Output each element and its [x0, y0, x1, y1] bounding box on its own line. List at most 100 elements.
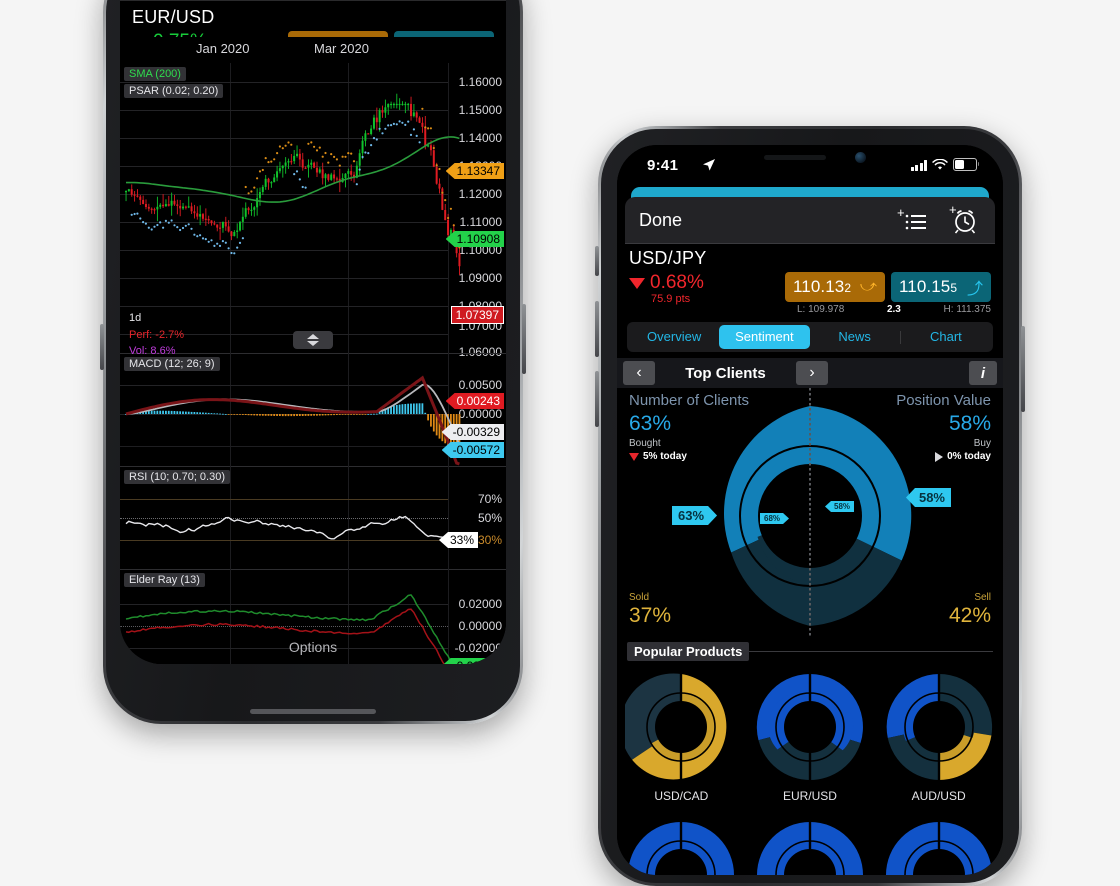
- tab-overview[interactable]: Overview: [629, 325, 719, 349]
- product-card-audusd[interactable]: AUD/USD: [883, 671, 995, 803]
- status-time: 9:41: [647, 157, 679, 174]
- stat-vol: Vol: 8.6%: [129, 345, 176, 357]
- info-icon[interactable]: i: [969, 361, 997, 385]
- product-card-usdcad[interactable]: USD/CAD: [625, 671, 737, 803]
- right-quote-header: USD/JPY 0.68% 75.9 pts 110.132 ⤻ 110.155…: [617, 244, 1003, 315]
- product-donut-row2-3: [885, 819, 992, 875]
- product-donut-eurusd: [756, 671, 863, 783]
- macd-panel[interactable]: 0.00500 0.00000 MACD (12; 26; 9) 0.00243…: [120, 353, 506, 466]
- phone-left-screen: EUR/USD 0.75% 79.6 pts: [120, 0, 506, 664]
- right-high-label: H: 111.375: [943, 304, 991, 315]
- tab-chart[interactable]: Chart: [901, 325, 991, 349]
- donut-badge-position-outer: 58%: [905, 488, 951, 507]
- candlestick-svg: [125, 93, 461, 275]
- price-badge-last: 1.07397: [450, 306, 504, 324]
- right-change-points: 75.9 pts: [651, 293, 691, 305]
- cellular-bars-icon: [910, 160, 927, 171]
- price-badge-sma: 1.10908: [445, 231, 504, 247]
- right-spread: 2.3: [886, 304, 901, 315]
- stat-period: 1d: [129, 312, 142, 324]
- phone-right: 9:41 Done + + USD/JPY 0.68% 75.9 pts 110…: [595, 126, 1025, 886]
- panel-resize-handle[interactable]: [293, 331, 333, 349]
- prev-section-button[interactable]: ‹: [623, 361, 655, 385]
- product-donut-audusd: [886, 671, 992, 783]
- right-change-block: 0.68% 75.9 pts: [629, 272, 704, 305]
- right-pair-name: USD/JPY: [629, 248, 707, 268]
- svg-text:+: +: [949, 205, 957, 217]
- date-label-jan: Jan 2020: [196, 41, 250, 56]
- popular-products-header: Popular Products: [617, 642, 1003, 661]
- add-to-list-icon[interactable]: +: [897, 207, 927, 233]
- scene: EUR/USD 0.75% 79.6 pts: [0, 0, 1120, 886]
- donut-badge-clients-inner: 68%: [760, 513, 789, 524]
- price-badge-psar: 1.13347: [445, 163, 504, 179]
- indicator-tag-rsi[interactable]: RSI (10; 0.70; 0.30): [124, 470, 230, 484]
- section-title: Top Clients: [685, 364, 766, 382]
- rsi-panel[interactable]: 70% 50% 30% RSI (10; 0.70; 0.30) 33%: [120, 466, 506, 569]
- sell-label: Sell: [974, 592, 991, 603]
- product-name: AUD/USD: [911, 789, 966, 803]
- home-indicator[interactable]: [250, 709, 376, 714]
- done-button[interactable]: Done: [639, 210, 682, 231]
- sentiment-chart[interactable]: Number of Clients 63% Bought 5% today Po…: [617, 388, 1003, 638]
- volume-button[interactable]: [100, 324, 104, 370]
- right-ask-sub: 5: [950, 281, 958, 295]
- battery-icon: [953, 158, 979, 171]
- product-card-eurusd[interactable]: EUR/USD: [754, 671, 866, 803]
- options-button[interactable]: Options: [120, 634, 506, 664]
- svg-text:+: +: [897, 207, 905, 220]
- donut-badge-clients-outer: 63%: [672, 506, 717, 525]
- sold-value: 37%: [629, 604, 672, 627]
- add-alarm-icon[interactable]: +: [947, 205, 981, 235]
- volume-down-button[interactable]: [595, 371, 599, 427]
- change-down-arrow-icon: [629, 277, 645, 289]
- product-name: EUR/USD: [782, 789, 837, 803]
- sell-value: 42%: [948, 604, 991, 627]
- volume-up-button[interactable]: [595, 301, 599, 357]
- arrow-up-bolt-icon: ⤴: [966, 281, 983, 298]
- location-arrow-icon: [703, 159, 715, 171]
- macd-badge-hist: 0.00243: [445, 393, 504, 409]
- right-ask-button[interactable]: 110.155 ⤴: [891, 272, 991, 302]
- phone-left: EUR/USD 0.75% 79.6 pts: [100, 0, 526, 724]
- nav-bar: Done + +: [625, 197, 995, 243]
- left-chart-area[interactable]: Jan 2020 Mar 2020 1.16000 1.15000 1.1400…: [120, 37, 506, 664]
- power-button[interactable]: [1021, 326, 1025, 412]
- product-card-row2-1[interactable]: [625, 819, 737, 875]
- indicator-tag-sma[interactable]: SMA (200): [124, 67, 186, 81]
- indicator-tag-psar[interactable]: PSAR (0.02; 0.20): [124, 84, 224, 98]
- mute-switch[interactable]: [595, 246, 599, 276]
- phone-right-screen: 9:41 Done + + USD/JPY 0.68% 75.9 pts 110…: [617, 145, 1003, 875]
- donut-badge-position-inner: 58%: [825, 501, 855, 512]
- arrow-down-bolt-icon: ⤻: [859, 278, 877, 295]
- wifi-icon: [932, 159, 948, 170]
- product-card-row2-2[interactable]: [754, 819, 866, 875]
- popular-products-grid-row2[interactable]: [617, 819, 1003, 875]
- popular-products-grid[interactable]: USD/CAD EUR/USD AUD/USD: [617, 671, 1003, 803]
- right-tab-bar[interactable]: Overview Sentiment News Chart: [627, 322, 993, 352]
- right-bid-button[interactable]: 110.132 ⤻: [785, 272, 885, 302]
- section-nav-bar: ‹ Top Clients › i: [617, 358, 1003, 388]
- next-section-button[interactable]: ›: [796, 361, 828, 385]
- macd-badge-macd: -0.00572: [441, 442, 504, 458]
- product-donut-row2-2: [756, 819, 863, 875]
- tab-news[interactable]: News: [810, 325, 900, 349]
- product-name: USD/CAD: [654, 789, 709, 803]
- right-change-pct: 0.68%: [650, 272, 704, 293]
- left-pair-name: EUR/USD: [132, 7, 215, 27]
- product-card-row2-3[interactable]: [883, 819, 995, 875]
- sold-label: Sold: [629, 592, 650, 603]
- date-axis: Jan 2020 Mar 2020: [120, 37, 506, 63]
- indicator-tag-elder[interactable]: Elder Ray (13): [124, 573, 205, 587]
- indicator-tag-macd[interactable]: MACD (12; 26; 9): [124, 357, 220, 371]
- stat-perf: Perf: -2.7%: [129, 329, 185, 341]
- price-panel[interactable]: 1.16000 1.15000 1.14000 1.13000 1.12000 …: [120, 63, 506, 359]
- power-button[interactable]: [522, 304, 526, 374]
- center-divider: [809, 388, 811, 638]
- product-donut-usdcad: [625, 671, 727, 783]
- right-ask-main: 110.15: [899, 277, 951, 296]
- earpiece-speaker: [764, 155, 826, 160]
- tab-sentiment[interactable]: Sentiment: [719, 325, 810, 349]
- right-bid-sub: 2: [844, 281, 852, 295]
- popular-products-title: Popular Products: [627, 642, 750, 661]
